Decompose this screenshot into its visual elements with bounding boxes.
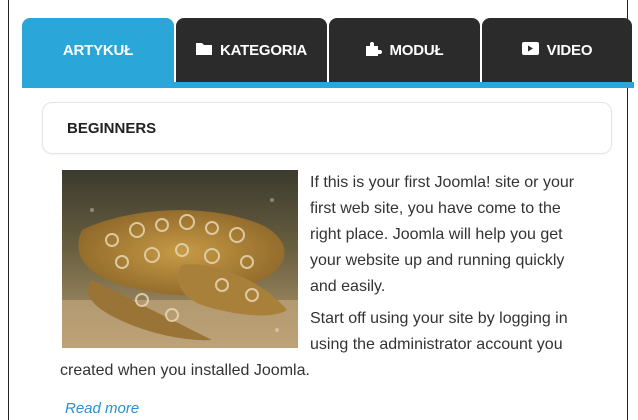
- tab-label: VIDEO: [546, 41, 593, 59]
- video-icon: [521, 41, 539, 59]
- article-image: [62, 170, 306, 348]
- tab-kategoria[interactable]: KATEGORIA: [176, 18, 327, 82]
- tab-strip: ARTYKUŁ KATEGORIA MODUŁ VIDEO: [22, 18, 634, 82]
- folder-icon: [195, 42, 212, 59]
- tab-artykul[interactable]: ARTYKUŁ: [22, 18, 174, 82]
- article-panel: BEGINNERS If this is your first Joomla! …: [22, 88, 627, 420]
- tab-label: ARTYKUŁ: [62, 41, 134, 59]
- puzzle-icon: [365, 41, 382, 60]
- article-body: If this is your first Joomla! site or yo…: [60, 170, 580, 390]
- shark-photo-icon: [62, 170, 298, 348]
- tab-label: MODUŁ: [389, 41, 444, 59]
- article-heading: BEGINNERS: [42, 102, 612, 154]
- read-more-link[interactable]: Read more: [65, 400, 139, 417]
- tab-label: KATEGORIA: [219, 41, 308, 59]
- tab-modul[interactable]: MODUŁ: [329, 18, 480, 82]
- tab-video[interactable]: VIDEO: [482, 18, 632, 82]
